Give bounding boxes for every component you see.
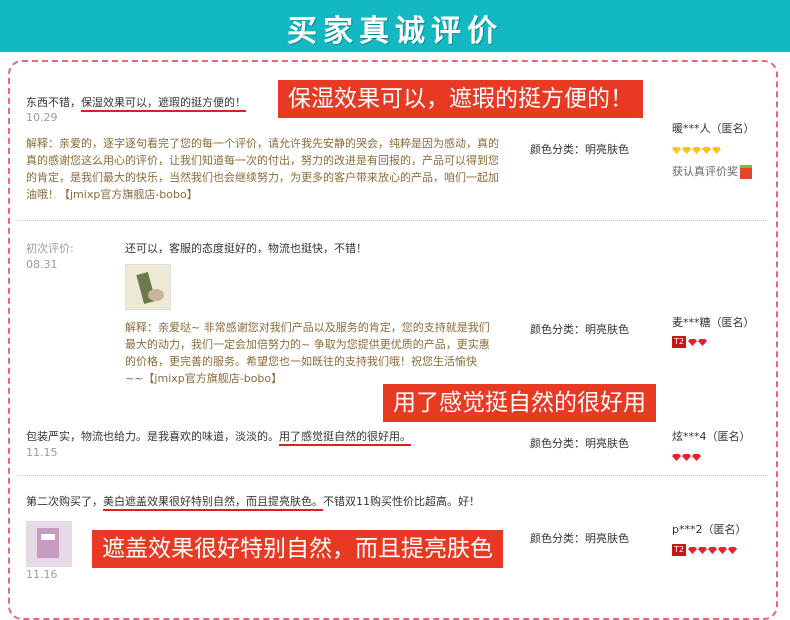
heart-icon (718, 547, 727, 554)
page-title: 买家真诚评价 (287, 14, 503, 49)
review-3-rank-icons (672, 446, 702, 465)
divider (18, 220, 768, 221)
review-2-rank-icons: T2 (672, 331, 708, 350)
review-1-reply: 解释：亲爱的，逐字逐句看完了您的每一个评价，请允许我先安静的哭会，纯粹是因为感动… (26, 137, 499, 201)
review-1-callout: 保湿效果可以，遮瑕的挺方便的！ (278, 80, 643, 118)
diamond-icon (692, 147, 701, 154)
review-4-category: 颜色分类：明亮肤色 (530, 532, 629, 545)
review-1-date: 10.29 (26, 111, 58, 124)
review-3-text: 包装严实，物流也给力。是我喜欢的味道，淡淡的。用了感觉挺自然的很好用。 (26, 428, 411, 446)
heart-icon (698, 547, 707, 554)
review-3-callout: 用了感觉挺自然的很好用 (383, 384, 656, 422)
review-1-award: 获认真评价奖 (672, 163, 752, 179)
review-1-category: 颜色分类：明亮肤色 (530, 143, 629, 156)
heart-icon (682, 454, 691, 461)
heart-icon (688, 547, 697, 554)
header-banner: 买家真诚评价 (0, 0, 790, 52)
review-2-reply: 解释：亲爱哒~ 非常感谢您对我们产品以及服务的肯定，您的支持就是我们最大的动力，… (125, 321, 490, 385)
review-2-text: 还可以，客服的态度挺好的，物流也挺快，不错！ (125, 242, 367, 255)
product-photo-icon (126, 265, 170, 309)
review-2-photo[interactable] (125, 264, 171, 310)
review-2-category: 颜色分类：明亮肤色 (530, 323, 629, 336)
review-4-user: p***2（匿名） (672, 523, 747, 536)
review-3-date: 11.15 (26, 446, 58, 459)
t2-badge-icon: T2 (672, 335, 686, 348)
review-4-date: 11.16 (26, 568, 58, 581)
review-2-user: 麦***糖（匿名） (672, 316, 755, 329)
heart-icon (672, 454, 681, 461)
product-photo-icon (27, 522, 71, 566)
review-1-user: 暖***人（匿名） (672, 122, 755, 135)
diamond-icon (682, 147, 691, 154)
heart-icon (692, 454, 701, 461)
diamond-icon (672, 147, 681, 154)
review-1-rank-icons (672, 139, 722, 158)
review-3-category: 颜色分类：明亮肤色 (530, 437, 629, 450)
review-2-initial-label: 初次评价: (26, 242, 74, 255)
review-2-date: 08.31 (26, 258, 58, 271)
diamond-icon (712, 147, 721, 154)
diamond-icon (702, 147, 711, 154)
review-3-user: 炫***4（匿名） (672, 430, 751, 443)
heart-icon (708, 547, 717, 554)
review-4-rank-icons: T2 (672, 539, 738, 558)
t2-badge-icon: T2 (672, 543, 686, 556)
review-4-photo[interactable] (26, 521, 72, 567)
review-4-text: 第二次购买了，美白遮盖效果很好特别自然，而且提亮肤色。不错双11购买性价比超高。… (26, 493, 480, 511)
review-4-callout: 遮盖效果很好特别自然，而且提亮肤色 (92, 530, 503, 568)
heart-icon (728, 547, 737, 554)
heart-icon (698, 339, 707, 346)
review-1-text: 东西不错，保湿效果可以，遮瑕的挺方便的！ (26, 94, 246, 112)
divider (18, 475, 768, 476)
gift-icon (740, 165, 752, 179)
heart-icon (688, 339, 697, 346)
